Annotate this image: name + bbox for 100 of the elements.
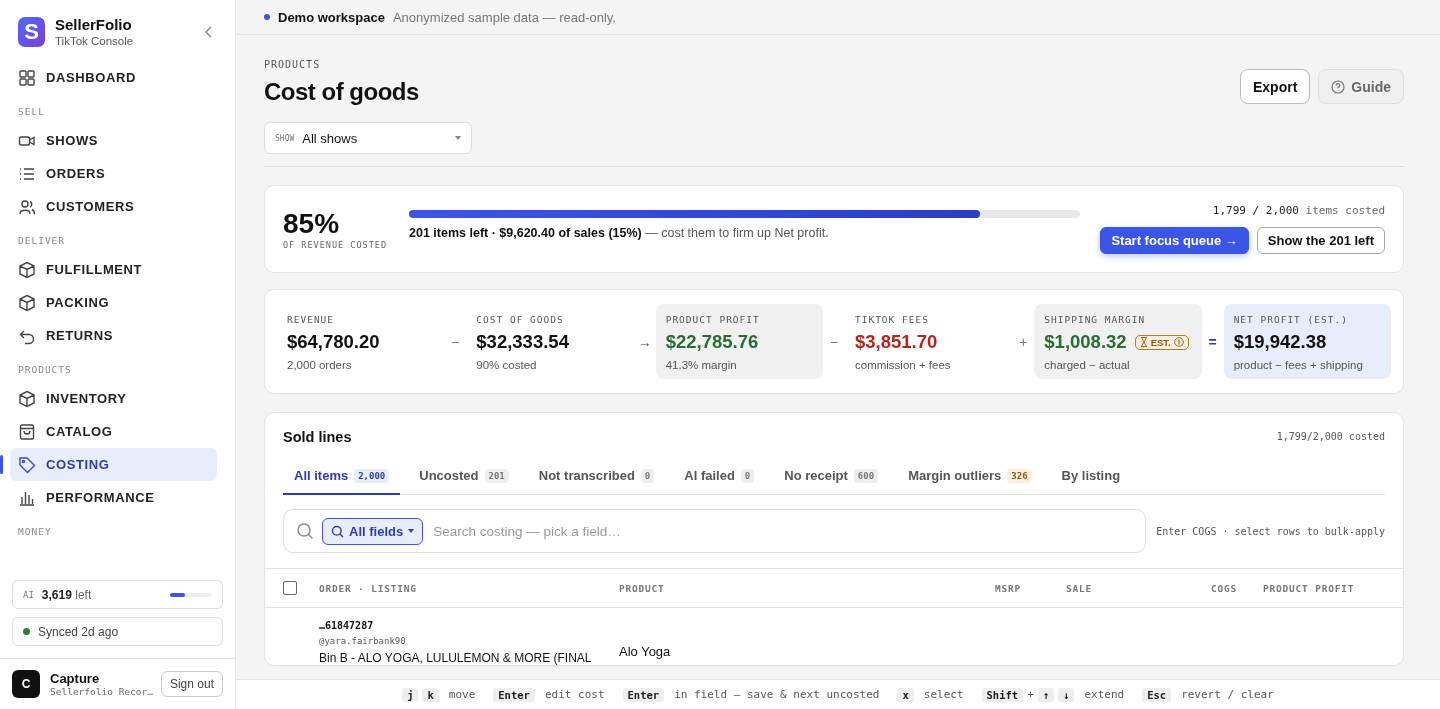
nav-item[interactable]: FULFILLMENT <box>10 253 217 286</box>
bag-icon <box>18 422 36 441</box>
nav-item[interactable]: SHOWS <box>10 124 217 157</box>
nav-item[interactable]: RETURNS <box>10 319 217 352</box>
coverage-caption: OF REVENUE COSTED <box>283 240 388 250</box>
sync-status: Synced 2d ago <box>38 624 119 639</box>
metric-caption: charged − actual <box>1044 359 1131 371</box>
keyboard-key: ↓ <box>1058 687 1075 702</box>
start-queue-button[interactable]: Start focus queue → <box>1100 227 1249 254</box>
metric-value: $3,851.70 <box>855 331 938 353</box>
banner-note: Anonymized sample data — read-only. <box>392 9 616 25</box>
search-icon <box>331 524 344 538</box>
filter-tab[interactable]: Margin outliers 326 <box>897 462 1043 495</box>
status-dot <box>264 14 270 20</box>
metric-label: PRODUCT PROFIT <box>665 314 761 325</box>
metric-caption: commission + fees <box>855 359 952 371</box>
info-icon <box>1173 337 1184 347</box>
section-title: Sold lines <box>283 429 352 445</box>
keyboard-key: Shift <box>981 687 1024 702</box>
listing-title: Bin B - ALO YOGA, LULULEMON & MORE (FINAL <box>319 651 593 665</box>
filter-tab[interactable]: By listing <box>1050 462 1132 495</box>
metric-value: $19,942.38 <box>1233 331 1327 353</box>
nav-item[interactable]: PERFORMANCE <box>10 481 217 514</box>
costed-count: 1,799/2,000 costed <box>1276 430 1385 442</box>
metric-caption: 41.3% margin <box>665 359 738 371</box>
nav-item[interactable]: CUSTOMERS <box>10 190 217 223</box>
tag-icon <box>18 455 36 474</box>
keyboard-key: ↑ <box>1037 687 1055 702</box>
brand-name: SellerFolio <box>55 16 133 33</box>
brand-subtitle: TikTok Console <box>55 35 135 47</box>
box-icon <box>18 293 36 312</box>
shortcut-label: edit cost <box>544 688 605 701</box>
filter-tab[interactable]: Uncosted 201 <box>408 462 520 495</box>
operator-symbol: − <box>828 333 840 350</box>
show-left-button[interactable]: Show the 201 left <box>1256 227 1385 254</box>
metric-label: COST OF GOODS <box>476 314 565 325</box>
nav-item[interactable]: PACKING <box>10 286 217 319</box>
estimate-badge: EST. <box>1134 334 1189 350</box>
metric-value: $32,333.54 <box>476 331 569 353</box>
metric-label: SHIPPING MARGIN <box>1044 314 1147 325</box>
nav-item[interactable]: INVENTORY <box>10 382 217 415</box>
product-brand: Alo Yoga <box>619 644 671 659</box>
coverage-percent: 85% <box>283 208 341 240</box>
nav-item[interactable]: CATALOG <box>10 415 217 448</box>
operator-symbol: + <box>1018 333 1029 350</box>
tab-count: 201 <box>484 468 509 483</box>
page-title: Cost of goods <box>264 78 419 106</box>
operator-symbol: − <box>450 333 461 350</box>
user-avatar: C <box>12 670 40 698</box>
key-joiner: + <box>1027 688 1034 701</box>
tab-count: 0 <box>740 468 755 483</box>
shortcut-label: in field — save & next uncosted <box>674 688 880 701</box>
users-icon <box>18 197 36 216</box>
search-hint: Enter COGS · select rows to bulk-apply <box>1156 525 1385 537</box>
metric-label: NET PROFIT (EST.) <box>1233 314 1349 325</box>
user-detail: Sellerfolio Recor… <box>50 686 151 697</box>
metric-value: $1,008.32 <box>1044 331 1127 353</box>
column-header: MSRP <box>993 582 1022 594</box>
shortcut-label: revert / clear <box>1181 688 1274 701</box>
shortcut-label: select <box>923 688 964 701</box>
metric-value: $64,780.20 <box>287 331 380 353</box>
column-header: PRODUCT PROFIT <box>1262 582 1356 594</box>
collapse-icon[interactable] <box>205 25 213 38</box>
tab-count: 600 <box>853 468 879 483</box>
search-icon <box>296 522 314 540</box>
guide-button[interactable]: Guide <box>1318 69 1404 104</box>
filter-tab[interactable]: All items 2,000 <box>283 462 401 495</box>
user-name: Capture <box>50 671 101 686</box>
shortcut-label: move <box>448 688 476 701</box>
ai-credits-count: 3,619 left <box>41 587 93 602</box>
nav-item[interactable]: ORDERS <box>10 157 217 190</box>
metric-caption: product − fees + shipping <box>1233 359 1364 371</box>
nav-section-heading: SELL <box>17 105 46 119</box>
nav-item[interactable]: DASHBOARD <box>10 61 217 94</box>
caret-icon <box>408 529 415 533</box>
filter-tab[interactable]: AI failed 0 <box>673 462 766 495</box>
show-select[interactable]: SHOW All shows <box>264 122 472 154</box>
column-header: PRODUCT <box>619 582 666 594</box>
filter-tab[interactable]: No receipt 600 <box>773 462 890 495</box>
filter-tab[interactable]: Not transcribed 0 <box>527 462 666 495</box>
sign-out-button[interactable]: Sign out <box>160 671 223 697</box>
keyboard-key: Enter <box>493 687 535 702</box>
metric-caption: 90% costed <box>476 359 538 371</box>
tab-count: 326 <box>1007 468 1032 483</box>
export-button[interactable]: Export <box>1240 69 1311 104</box>
operator-symbol: → <box>636 333 653 350</box>
field-scope-button[interactable]: All fields <box>322 517 424 545</box>
help-icon <box>1331 79 1346 94</box>
ai-label: AI <box>23 589 34 600</box>
search-field[interactable]: All fields Search costing — pick a field… <box>283 509 1147 553</box>
keyboard-key: Enter <box>622 687 665 702</box>
select-all-checkbox[interactable] <box>283 581 297 595</box>
keyboard-key: j <box>402 687 419 702</box>
tab-count: 2,000 <box>354 468 390 483</box>
banner-title: Demo workspace <box>278 9 385 25</box>
page-eyebrow: PRODUCTS <box>264 59 322 70</box>
order-id: …61847287 <box>319 620 375 631</box>
nav-section-heading: PRODUCTS <box>17 363 73 377</box>
logo-icon: S <box>18 16 45 47</box>
tab-count: 0 <box>640 468 655 483</box>
